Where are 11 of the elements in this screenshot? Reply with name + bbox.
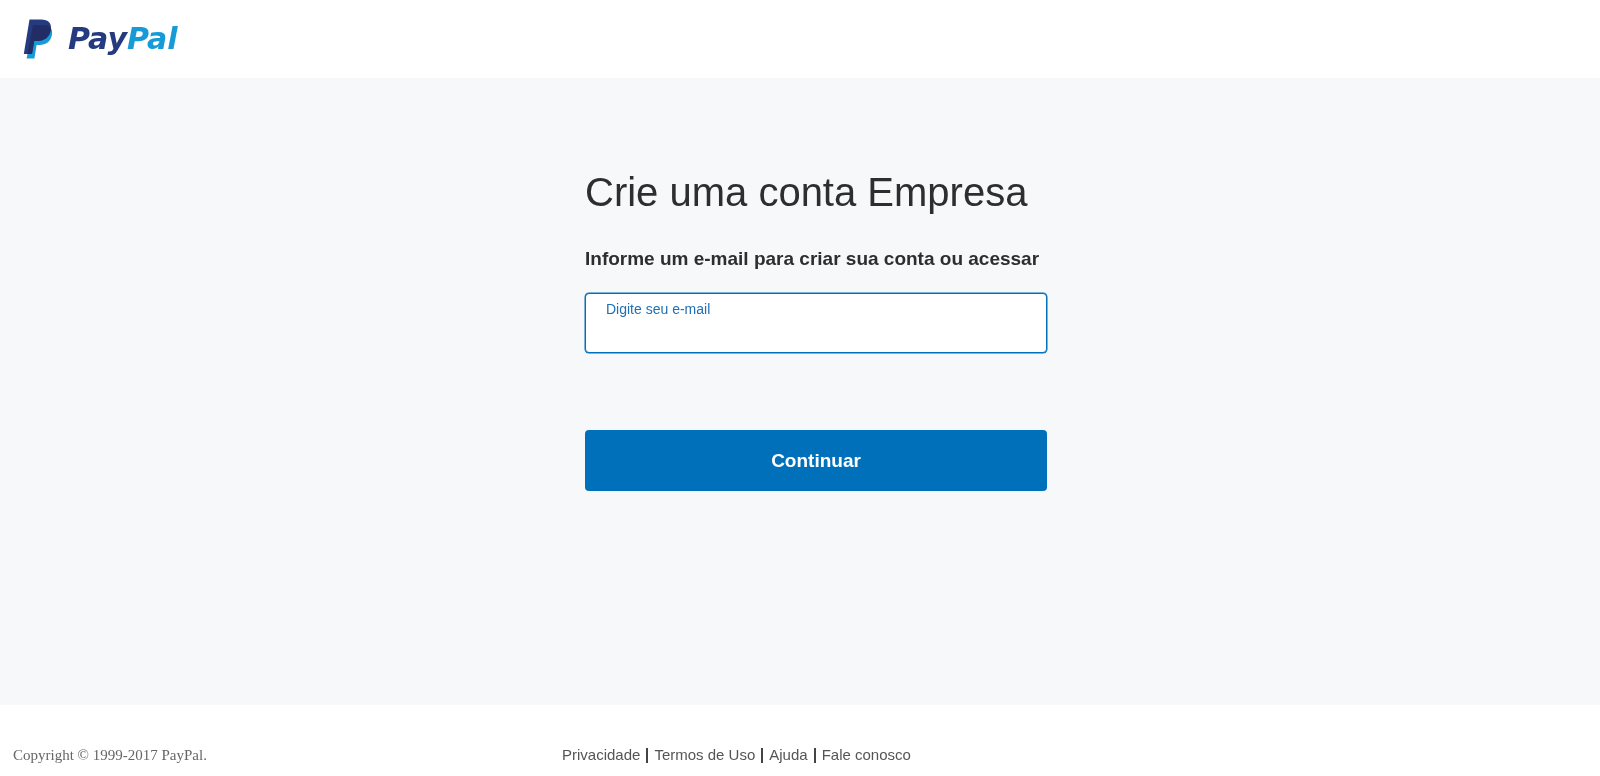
logo-wordmark: PayPal [68, 23, 178, 54]
copyright-text: Copyright © 1999-2017 PayPal. [13, 746, 207, 764]
footer-link[interactable]: Privacidade [562, 746, 641, 764]
continue-button[interactable]: Continuar [585, 430, 1047, 491]
page-title: Crie uma conta Empresa [585, 169, 1029, 216]
logo-icon [23, 19, 53, 59]
footer-link[interactable]: Fale conosco [821, 746, 911, 764]
email-field[interactable]: Digite seu e-mail [585, 293, 1047, 353]
footer-link[interactable]: Termos de Uso [654, 746, 756, 764]
footer-link[interactable]: Ajuda [769, 746, 808, 764]
instruction-text: Informe um e-mail para criar sua conta ou acessar [585, 247, 1041, 271]
